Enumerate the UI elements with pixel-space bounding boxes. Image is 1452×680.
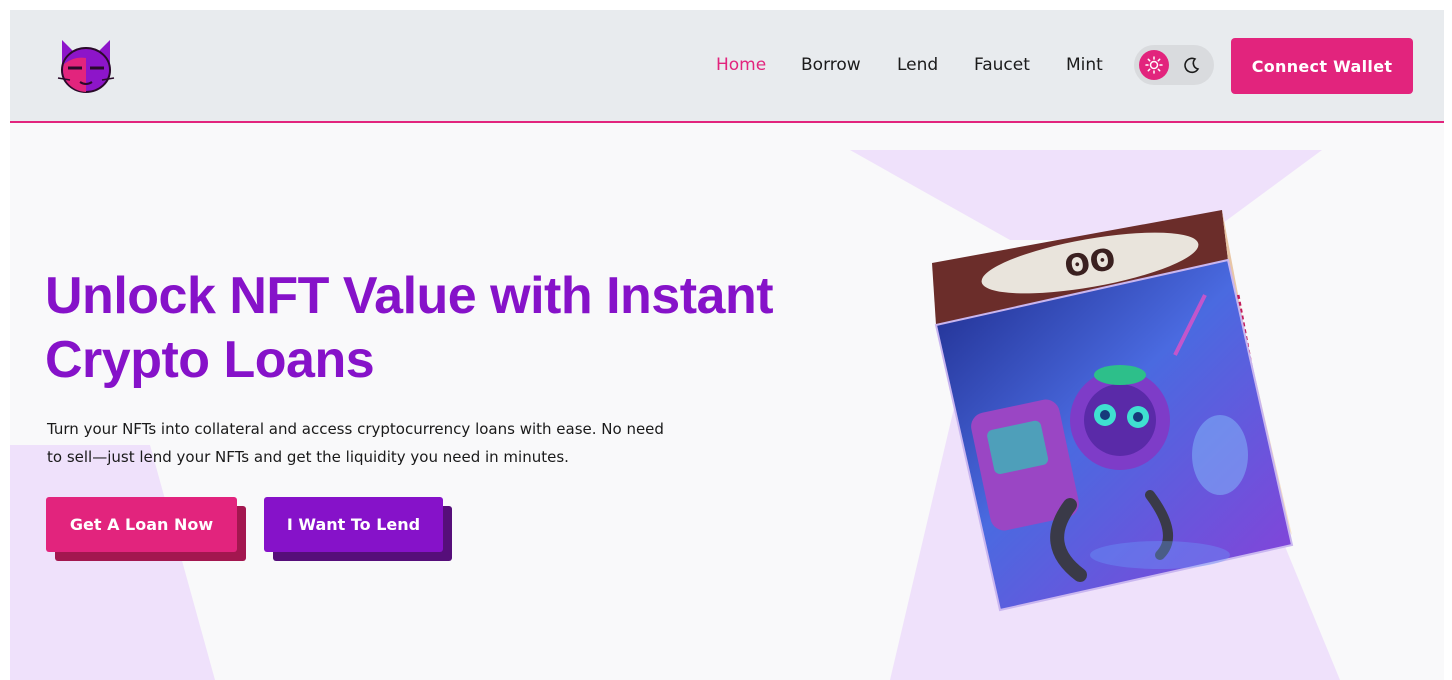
nav-faucet-link[interactable]: Faucet [974,50,1030,80]
get-loan-button-group: Get A Loan Now [46,497,246,561]
lend-button[interactable]: I Want To Lend [264,497,443,552]
cat-face-logo[interactable] [54,34,118,98]
moon-icon[interactable] [1182,55,1202,79]
hero-description: Turn your NFTs into collateral and acces… [47,420,664,466]
nav-lend-link[interactable]: Lend [897,50,938,80]
sun-icon[interactable] [1139,50,1169,80]
nav-mint-link[interactable]: Mint [1066,50,1103,80]
hero-title: Unlock NFT Value with Instant Crypto Loa… [45,267,774,389]
connect-wallet-button[interactable]: Connect Wallet [1231,38,1413,94]
nav-home-link[interactable]: Home [716,50,766,80]
get-loan-button[interactable]: Get A Loan Now [46,497,237,552]
nav-borrow-link[interactable]: Borrow [801,50,861,80]
page-frame: Home Borrow Lend Faucet Mint Connect Wal… [10,10,1444,680]
top-navbar: Home Borrow Lend Faucet Mint Connect Wal… [10,10,1444,123]
theme-toggle[interactable] [1134,45,1214,85]
nft-cube-image: ʘʘ [932,210,1294,612]
lend-button-group: I Want To Lend [264,497,452,561]
